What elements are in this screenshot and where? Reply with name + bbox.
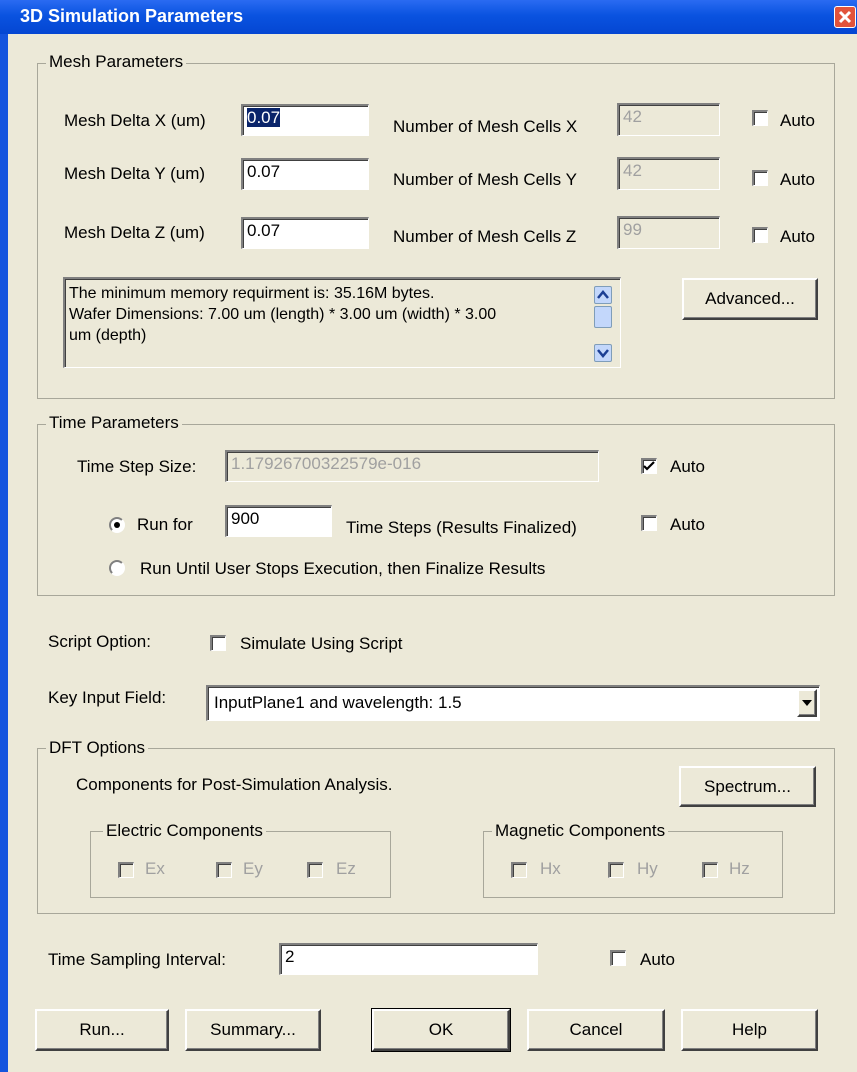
dft-options-legend: DFT Options [46,738,149,758]
mesh-delta-z-label: Mesh Delta Z (um) [64,223,205,242]
ez-checkbox[interactable] [307,862,323,878]
help-button[interactable]: Help [681,1009,818,1051]
cancel-button[interactable]: Cancel [527,1009,665,1051]
ex-checkbox[interactable] [118,862,134,878]
key-input-dropdown-button[interactable] [797,689,817,717]
scroll-up-button[interactable] [594,286,612,304]
time-step-auto-label: Auto [670,457,705,476]
radio-selected-dot [114,522,120,528]
magnetic-components-legend: Magnetic Components [492,821,669,841]
dft-description: Components for Post-Simulation Analysis. [76,775,393,794]
time-step-size-label: Time Step Size: [77,457,197,476]
mesh-auto-x-checkbox[interactable] [752,110,768,126]
ok-button[interactable]: OK [371,1008,511,1052]
time-sampling-input[interactable]: 2 [279,943,538,975]
run-until-label: Run Until User Stops Execution, then Fin… [140,559,546,578]
close-icon [838,10,852,24]
mesh-cells-x-field[interactable]: 42 [617,103,720,136]
dimensions-info-line-2: um (depth) [69,327,147,344]
advanced-button[interactable]: Advanced... [682,278,818,320]
mesh-auto-y-label: Auto [780,170,815,189]
simulate-script-label: Simulate Using Script [240,634,403,653]
key-input-dropdown[interactable]: InputPlane1 and wavelength: 1.5 [206,685,820,721]
run-for-input[interactable]: 900 [225,505,332,537]
scroll-thumb[interactable] [594,306,612,328]
script-option-label: Script Option: [48,632,151,651]
run-for-radio[interactable] [109,517,125,533]
time-steps-label: Time Steps (Results Finalized) [346,518,577,537]
time-sampling-auto-label: Auto [640,950,675,969]
mesh-delta-z-input[interactable]: 0.07 [241,217,369,249]
window-title: 3D Simulation Parameters [20,6,244,26]
dimensions-info-line: Wafer Dimensions: 7.00 um (length) * 3.0… [69,306,497,323]
hx-checkbox[interactable] [511,862,527,878]
spectrum-button[interactable]: Spectrum... [679,766,816,807]
mesh-parameters-legend: Mesh Parameters [46,52,187,72]
simulate-script-checkbox[interactable] [210,635,226,651]
time-sampling-label: Time Sampling Interval: [48,950,226,969]
mesh-cells-y-label: Number of Mesh Cells Y [393,170,577,189]
mesh-delta-x-input[interactable]: 0.07 [241,104,369,136]
scroll-down-icon [597,349,609,358]
scroll-up-icon [597,290,609,299]
memory-info-line: The minimum memory requirment is: 35.16M… [69,285,435,302]
hz-checkbox[interactable] [702,862,718,878]
mesh-cells-x-label: Number of Mesh Cells X [393,117,578,136]
run-for-label: Run for [137,515,193,534]
mesh-cells-y-field[interactable]: 42 [617,157,720,190]
hx-label: Hx [540,859,561,878]
mesh-delta-y-input[interactable]: 0.07 [241,158,369,190]
electric-components-legend: Electric Components [103,821,266,841]
mesh-cells-z-label: Number of Mesh Cells Z [393,227,577,246]
summary-button[interactable]: Summary... [185,1009,321,1051]
mesh-cells-z-field[interactable]: 99 [617,216,720,249]
mesh-auto-y-checkbox[interactable] [752,170,768,186]
ex-label: Ex [145,859,165,878]
key-input-selected: InputPlane1 and wavelength: 1.5 [214,693,462,712]
hy-label: Hy [637,859,658,878]
ey-label: Ey [243,859,263,878]
time-sampling-auto-checkbox[interactable] [610,950,626,966]
check-icon [643,461,655,471]
memory-info-textarea[interactable]: The minimum memory requirment is: 35.16M… [63,277,621,368]
chevron-down-icon [802,700,812,706]
mesh-auto-z-label: Auto [780,227,815,246]
run-for-auto-label: Auto [670,515,705,534]
scroll-down-button[interactable] [594,344,612,362]
time-parameters-legend: Time Parameters [46,413,182,433]
mesh-auto-z-checkbox[interactable] [752,227,768,243]
hz-label: Hz [729,859,750,878]
run-button[interactable]: Run... [35,1009,169,1051]
mesh-delta-x-label: Mesh Delta X (um) [64,111,206,130]
ey-checkbox[interactable] [216,862,232,878]
close-button[interactable] [834,6,856,28]
key-input-label: Key Input Field: [48,688,167,707]
ez-label: Ez [336,859,356,878]
mesh-auto-x-label: Auto [780,111,815,130]
time-step-size-field[interactable]: 1.17926700322579e-016 [225,450,599,482]
run-for-auto-checkbox[interactable] [641,515,657,531]
run-until-radio[interactable] [109,560,125,576]
hy-checkbox[interactable] [608,862,624,878]
time-step-auto-checkbox[interactable] [641,458,657,474]
mesh-delta-x-value: 0.07 [247,108,281,127]
window-border [0,34,8,1072]
mesh-delta-y-label: Mesh Delta Y (um) [64,164,206,183]
